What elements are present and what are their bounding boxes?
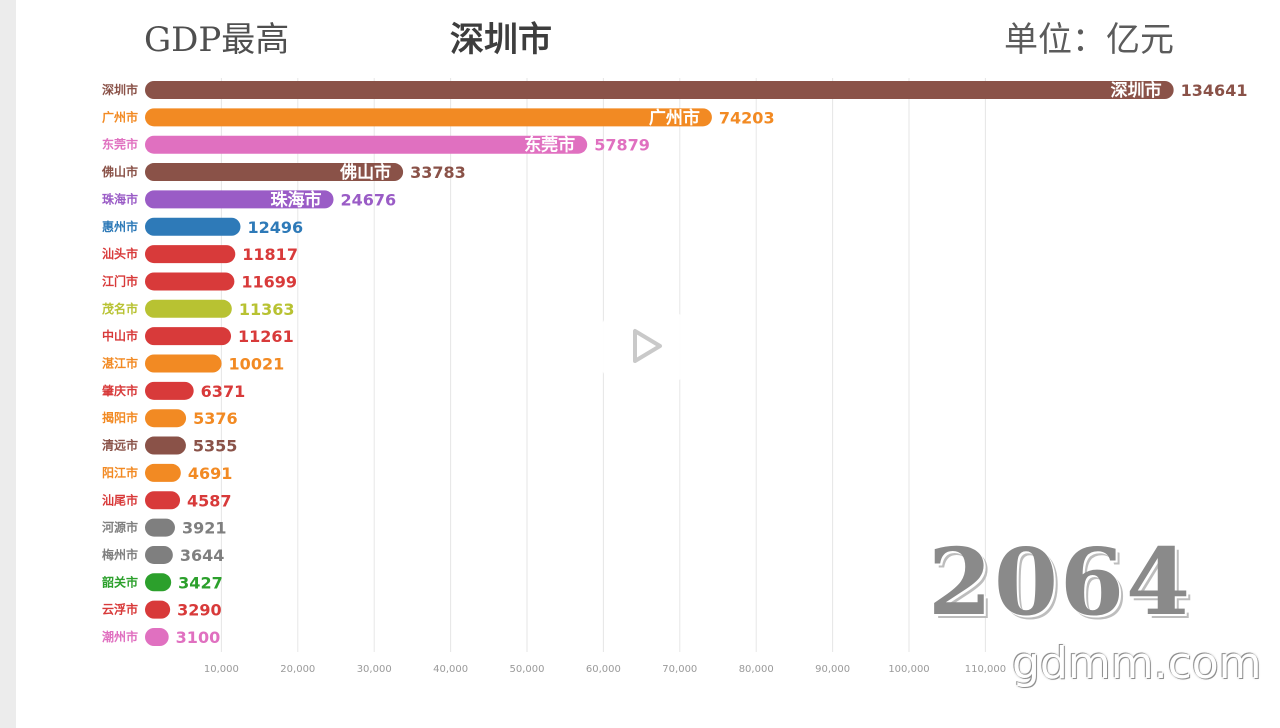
bar xyxy=(145,463,181,482)
x-tick-label: 100,000 xyxy=(888,664,929,675)
bar xyxy=(145,272,235,291)
bar-value-label: 3290 xyxy=(177,601,222,620)
x-tick-label: 10,000 xyxy=(204,664,239,675)
bar-inner-label: 深圳市 xyxy=(1111,80,1162,101)
bar-value-label: 24676 xyxy=(341,190,397,209)
bar xyxy=(145,545,173,564)
bar xyxy=(145,436,186,455)
x-tick-label: 20,000 xyxy=(280,664,315,675)
bar-value-label: 134641 xyxy=(1181,81,1248,100)
bar xyxy=(145,573,172,592)
bar xyxy=(145,108,712,127)
category-label: 肇庆市 xyxy=(102,383,138,398)
bar-value-label: 4587 xyxy=(187,491,232,510)
bar-value-label: 57879 xyxy=(594,136,650,155)
category-label: 珠海市 xyxy=(102,191,138,206)
category-label: 河源市 xyxy=(101,520,138,535)
category-label: 江门市 xyxy=(102,273,138,288)
bar-value-label: 3644 xyxy=(180,546,225,565)
category-label: 潮州市 xyxy=(102,629,138,644)
chart-frame: GDP最高 深圳市 单位：亿元 10,000 20,000 30,000 40,000… xyxy=(0,0,1280,728)
category-label: 茂名市 xyxy=(102,301,138,316)
play-button[interactable] xyxy=(598,298,692,384)
category-label: 深圳市 xyxy=(102,82,138,97)
category-label: 东莞市 xyxy=(102,137,138,152)
x-tick-label: 80,000 xyxy=(739,664,774,675)
category-label: 云浮市 xyxy=(102,602,138,617)
category-label: 湛江市 xyxy=(102,356,138,371)
bar-value-label: 5376 xyxy=(193,409,238,428)
bar-value-label: 4691 xyxy=(188,464,233,483)
category-label: 阳江市 xyxy=(102,465,138,480)
bar xyxy=(145,217,241,236)
bar xyxy=(145,135,588,154)
x-tick-label: 30,000 xyxy=(357,664,392,675)
bar xyxy=(145,491,181,510)
year-label: 2064 xyxy=(928,528,1193,636)
bar xyxy=(145,299,232,318)
bar-value-label: 11699 xyxy=(241,272,297,291)
category-label: 中山市 xyxy=(102,328,138,343)
x-tick-label: 50,000 xyxy=(510,664,545,675)
bar-inner-label: 佛山市 xyxy=(339,162,391,183)
category-label: 佛山市 xyxy=(101,164,138,179)
bar-value-label: 33783 xyxy=(410,163,466,182)
bar-value-label: 11363 xyxy=(239,300,295,319)
bar xyxy=(145,245,236,264)
bar xyxy=(145,409,187,428)
x-tick-label: 110,000 xyxy=(965,664,1006,675)
play-icon xyxy=(601,303,689,382)
x-tick-label: 60,000 xyxy=(586,664,621,675)
category-label: 广州市 xyxy=(102,109,138,124)
bar-value-label: 3100 xyxy=(176,628,221,647)
x-tick-label: 70,000 xyxy=(662,664,697,675)
bar-value-label: 3921 xyxy=(182,519,227,538)
bar xyxy=(145,518,175,537)
category-label: 韶关市 xyxy=(102,574,138,589)
bar xyxy=(145,600,171,619)
category-label: 汕尾市 xyxy=(102,492,138,507)
category-label: 惠州市 xyxy=(102,219,138,234)
bar-inner-label: 广州市 xyxy=(649,107,700,128)
bar-value-label: 11817 xyxy=(242,245,298,264)
watermark: gdmm.com xyxy=(1012,638,1262,689)
category-label: 梅州市 xyxy=(102,547,138,562)
category-label: 揭阳市 xyxy=(102,410,138,425)
bar xyxy=(145,81,1174,99)
x-tick-label: 40,000 xyxy=(433,664,468,675)
bar-value-label: 6371 xyxy=(201,382,246,401)
x-tick-label: 90,000 xyxy=(815,664,850,675)
bar xyxy=(145,628,169,646)
bar-value-label: 3427 xyxy=(178,573,223,592)
bar xyxy=(145,381,194,400)
bar-value-label: 10021 xyxy=(229,355,285,374)
bar-value-label: 11261 xyxy=(238,327,294,346)
bar xyxy=(145,354,222,373)
bar-value-label: 12496 xyxy=(247,218,303,237)
bar xyxy=(145,327,232,346)
category-label: 汕头市 xyxy=(102,246,138,261)
category-label: 清远市 xyxy=(102,438,138,453)
bar-value-label: 5355 xyxy=(193,437,238,456)
bar-inner-label: 珠海市 xyxy=(271,189,322,210)
bar-value-label: 74203 xyxy=(719,108,775,127)
bar-inner-label: 东莞市 xyxy=(524,135,575,156)
